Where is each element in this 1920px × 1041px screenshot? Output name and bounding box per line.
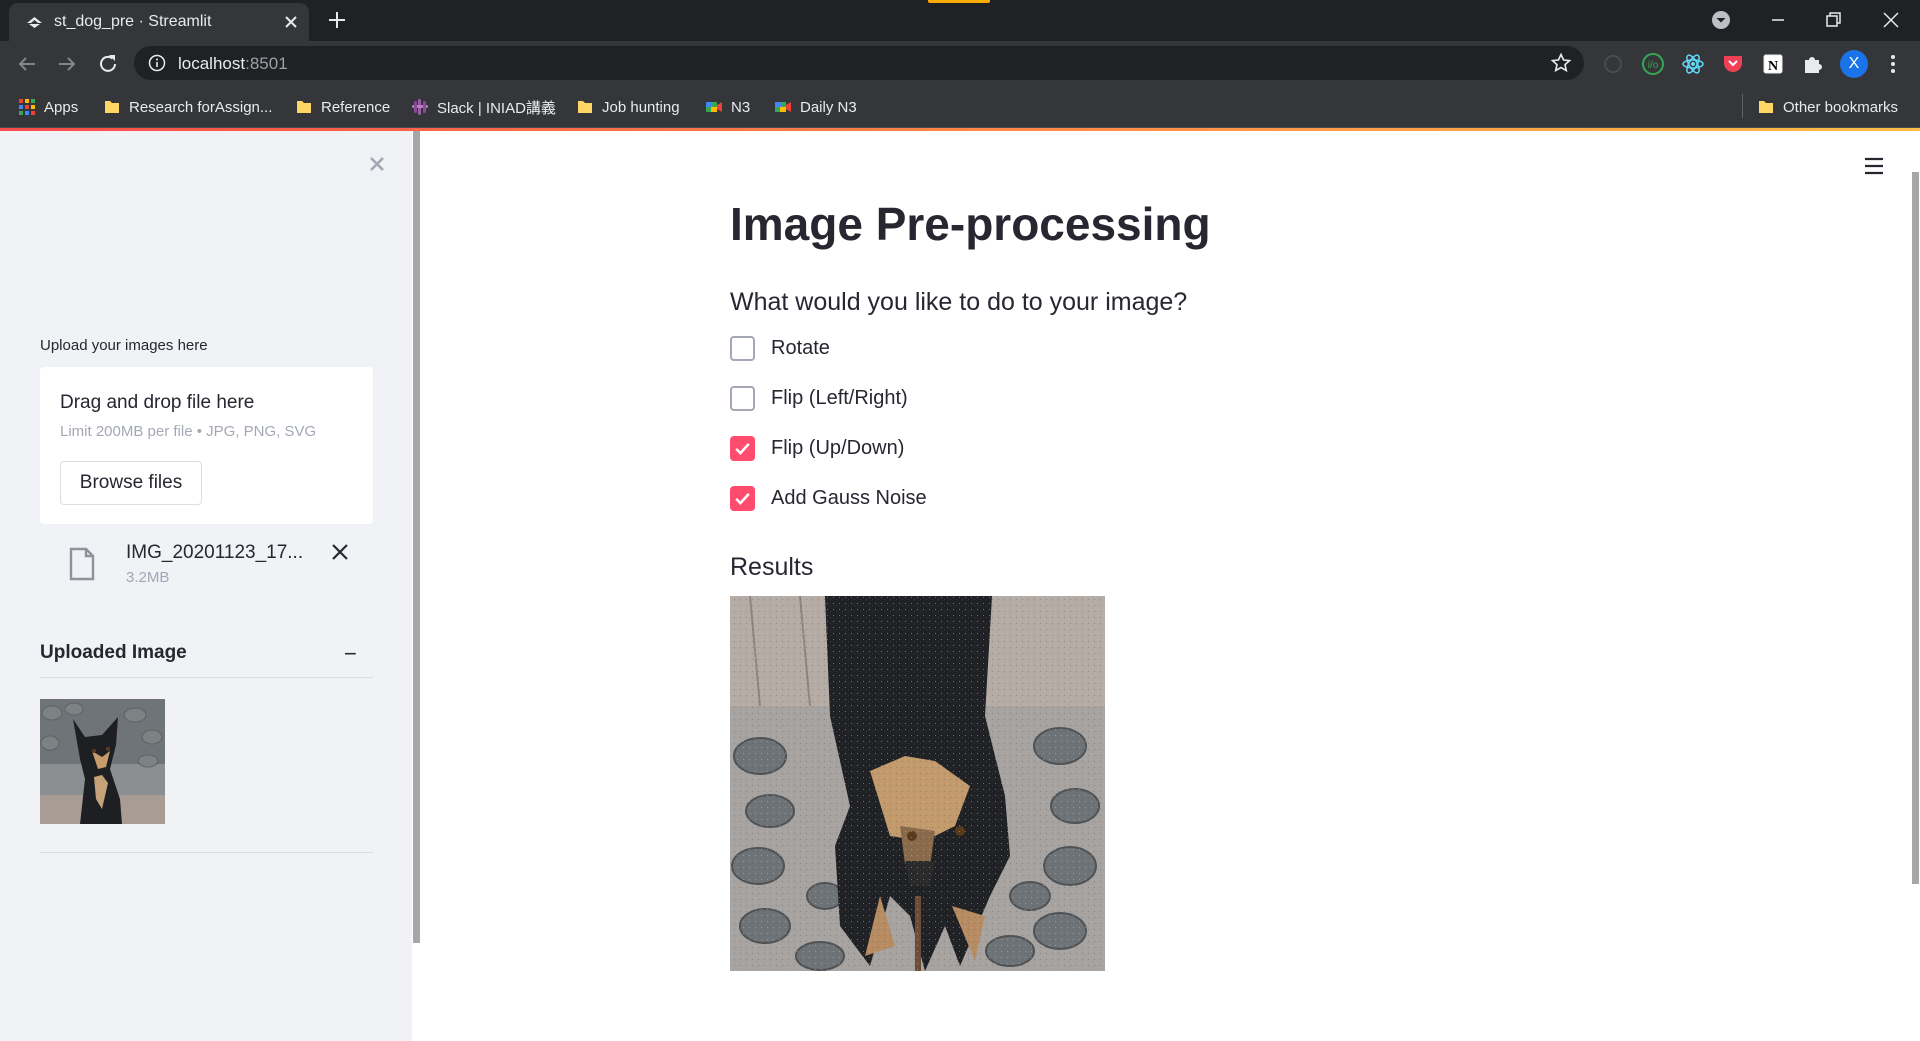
folder-icon [1759,101,1773,113]
svg-text:N: N [1768,59,1778,74]
address-bar[interactable]: localhost:8501 [134,46,1584,80]
bookmark-folder-reference[interactable]: Reference [295,95,390,119]
checkbox-flip-up-down[interactable]: Flip (Up/Down) [730,433,904,463]
results-heading: Results [730,553,814,581]
extension-io-icon[interactable]: i/o [1640,51,1666,77]
checkbox-add-gauss-noise[interactable]: Add Gauss Noise [730,483,927,513]
processed-image [730,596,1105,971]
dropzone-limit-text: Limit 200MB per file • JPG, PNG, SVG [60,423,317,440]
reload-icon[interactable] [96,52,120,76]
uploaded-file-name: IMG_20201123_17... [126,542,304,563]
bookmark-daily-n3[interactable]: Daily N3 [774,95,857,119]
site-info-icon[interactable] [148,54,166,72]
hamburger-menu-icon[interactable] [1862,155,1886,177]
checkbox-label: Add Gauss Noise [771,486,927,509]
window-close-icon[interactable] [1879,8,1903,32]
new-tab-icon[interactable] [326,9,348,31]
dropzone-title: Drag and drop file here [60,392,255,413]
apps-grid-icon [19,99,35,115]
browser-menu-icon[interactable] [1880,51,1906,77]
uploaded-file-size: 3.2MB [126,569,170,586]
checkbox-rotate[interactable]: Rotate [730,333,830,363]
file-icon [69,547,95,581]
browser-toolbar: localhost:8501 i/o N X [0,41,1920,86]
checkbox-label: Flip (Up/Down) [771,436,905,459]
tab-title: st_dog_pre · Streamlit [54,13,212,30]
delete-file-icon[interactable] [329,541,351,563]
expander-title: Uploaded Image [40,642,187,663]
checkmark-icon[interactable] [730,485,755,511]
checkmark-icon[interactable] [730,435,755,461]
checkbox-label: Flip (Left/Right) [771,386,908,409]
expander-divider [40,852,373,853]
back-arrow-icon[interactable] [15,52,39,76]
file-dropzone[interactable]: Drag and drop file here Limit 200MB per … [40,367,373,524]
bookmark-slack[interactable]: Slack | INIAD講義 [411,95,556,119]
restore-icon[interactable] [1821,8,1845,32]
bookmark-star-icon[interactable] [1550,52,1572,74]
bookmarks-bar: Apps Research forAssign... Reference Sla… [0,86,1920,128]
url-text: localhost:8501 [178,54,288,73]
browser-tab-strip: st_dog_pre · Streamlit [0,0,1920,41]
pocket-icon[interactable] [1720,51,1746,77]
bookmark-folder-research[interactable]: Research forAssign... [103,95,272,119]
folder-icon [105,101,119,113]
options-question: What would you like to do to your image? [730,288,1188,316]
minimize-icon[interactable] [1766,8,1790,32]
tab-close-icon[interactable] [281,12,301,32]
uploaded-image-expander[interactable]: Uploaded Image − [40,636,373,678]
folder-icon [297,101,311,113]
browser-tab[interactable]: st_dog_pre · Streamlit [9,3,309,41]
uploaded-file-row: IMG_20201123_17... 3.2MB [40,535,373,595]
bookmark-folder-job-hunting[interactable]: Job hunting [576,95,680,119]
bookmarks-separator [1742,94,1743,118]
checkbox-label: Rotate [771,336,830,359]
file-uploader-label: Upload your images here [40,337,208,354]
page-title: Image Pre-processing [730,198,1211,250]
notion-icon[interactable]: N [1760,51,1786,77]
forward-arrow-icon[interactable] [55,52,79,76]
meet-icon [775,102,791,112]
sidebar-close-icon[interactable] [365,152,389,176]
streamlit-favicon-icon [27,17,42,28]
browse-files-button[interactable]: Browse files [60,461,202,505]
main-scrollbar[interactable] [1912,172,1919,884]
profile-avatar[interactable]: X [1840,50,1868,78]
bookmark-n3[interactable]: N3 [705,95,750,119]
folder-icon [578,101,592,113]
bookmark-apps[interactable]: Apps [18,95,78,119]
slack-icon [412,99,428,115]
main-content [420,131,1920,1041]
bookmark-other[interactable]: Other bookmarks [1757,95,1898,119]
checkbox-box[interactable] [730,385,755,411]
uploaded-image-thumbnail [40,699,165,824]
react-devtools-icon[interactable] [1680,51,1706,77]
sidebar-scrollbar[interactable] [413,131,420,943]
tab-strip-indicator [928,0,990,3]
checkbox-flip-left-right[interactable]: Flip (Left/Right) [730,383,908,413]
extension-dim-icon[interactable] [1600,51,1626,77]
svg-text:i/o: i/o [1648,60,1659,71]
checkbox-box[interactable] [730,335,755,361]
collapse-icon[interactable]: − [344,641,357,667]
meet-icon [706,102,722,112]
tab-search-icon[interactable] [1709,8,1733,32]
extensions-puzzle-icon[interactable] [1800,51,1826,77]
